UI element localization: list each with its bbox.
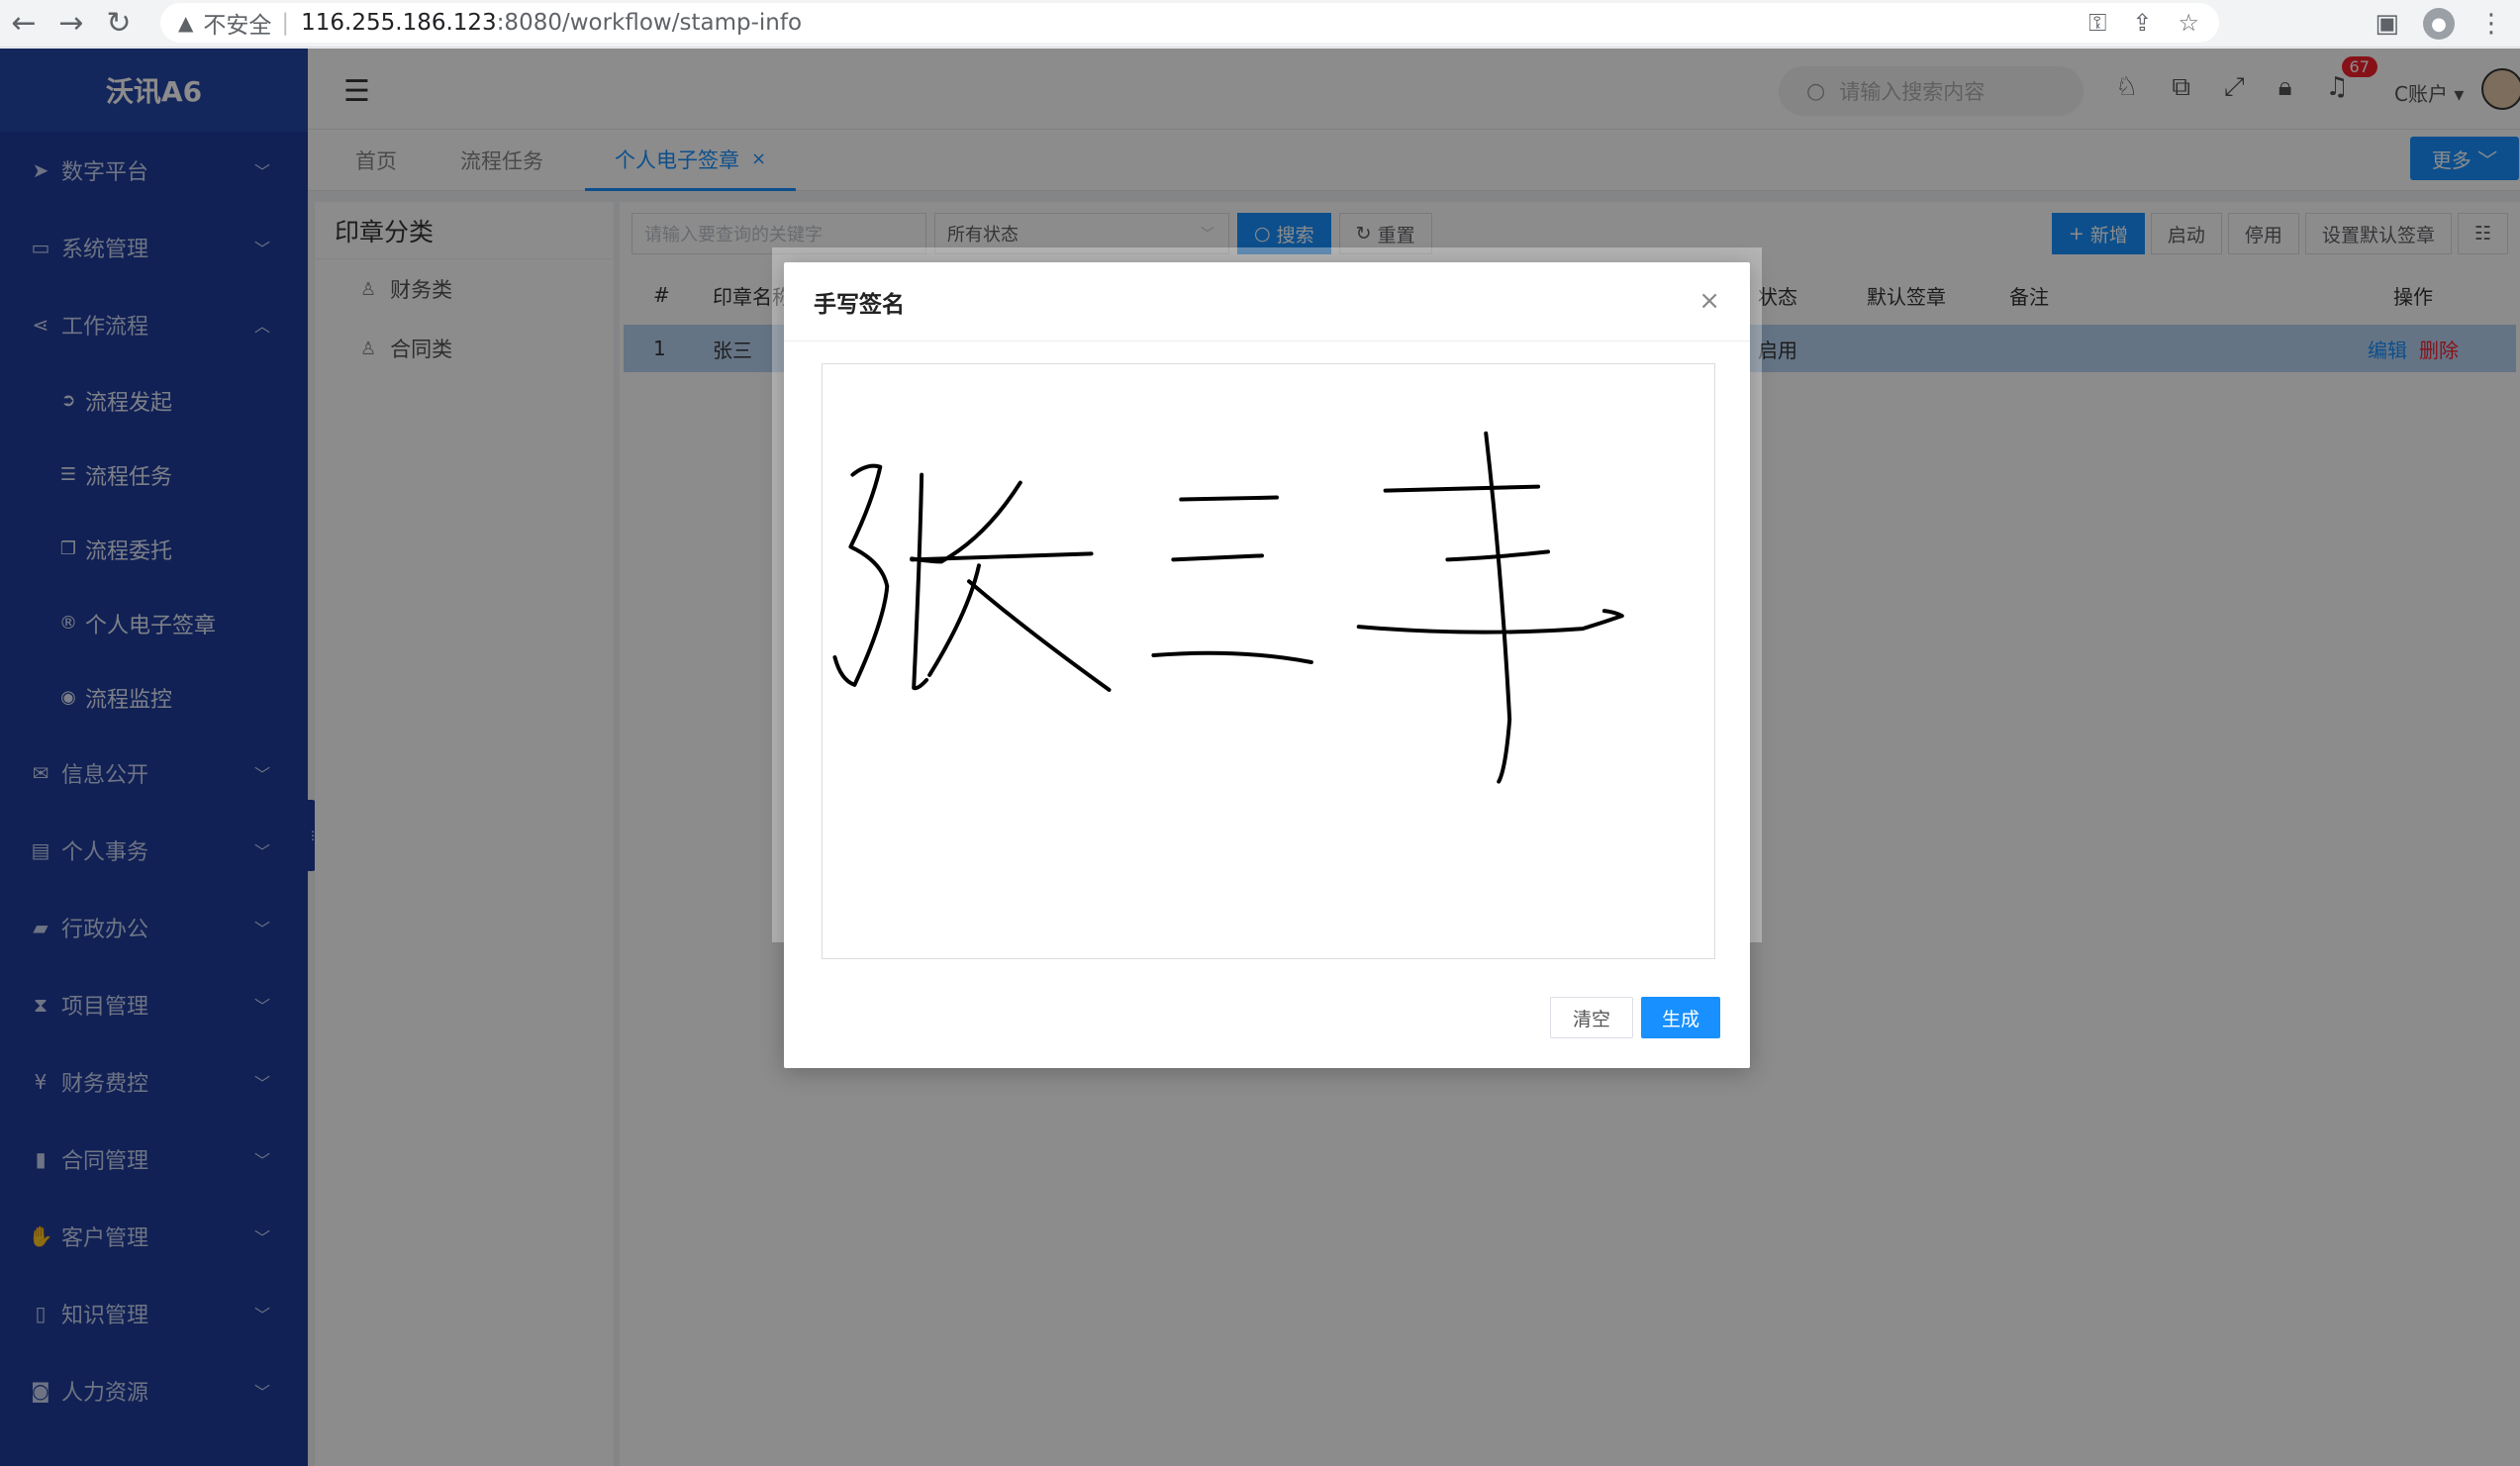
signature-drawing [832,431,1624,784]
warning-icon: ▲ [178,11,194,35]
forward-icon[interactable]: → [48,4,95,44]
handwritten-signature-dialog: 手写签名 × 清空 生成 [784,262,1750,1068]
omnibox-actions: ⚿ ⇪ ☆ [2088,3,2199,43]
modal-title: 手写签名 [814,291,905,318]
url-path: :8080/workflow/stamp-info [496,10,803,36]
browser-toolbar: ← → ↻ ▲ 不安全 | 116.255.186.123:8080/workf… [0,0,2520,48]
share-icon[interactable]: ⇪ [2132,9,2152,37]
close-icon[interactable]: × [1698,286,1720,316]
profile-icon[interactable]: ● [2423,8,2455,40]
modal-footer: 清空 生成 [1549,997,1720,1038]
generate-button[interactable]: 生成 [1640,997,1720,1038]
reload-icon[interactable]: ↻ [95,4,143,44]
modal-header: 手写签名 × [784,262,1750,342]
address-bar[interactable]: ▲ 不安全 | 116.255.186.123:8080/workflow/st… [160,3,2219,43]
key-icon[interactable]: ⚿ [2088,9,2106,37]
side-panel-icon[interactable]: ▣ [2375,9,2399,39]
browser-menu-icon[interactable]: ⋮ [2478,9,2504,39]
url-host: 116.255.186.123 [301,10,497,36]
bookmark-star-icon[interactable]: ☆ [2178,9,2199,37]
back-icon[interactable]: ← [0,4,48,44]
insecure-label: 不安全 [203,13,272,39]
signature-canvas[interactable] [822,363,1715,959]
browser-right-actions: ▣ ● ⋮ [2375,0,2520,48]
url-separator: | [281,10,290,36]
clear-button[interactable]: 清空 [1549,997,1633,1038]
